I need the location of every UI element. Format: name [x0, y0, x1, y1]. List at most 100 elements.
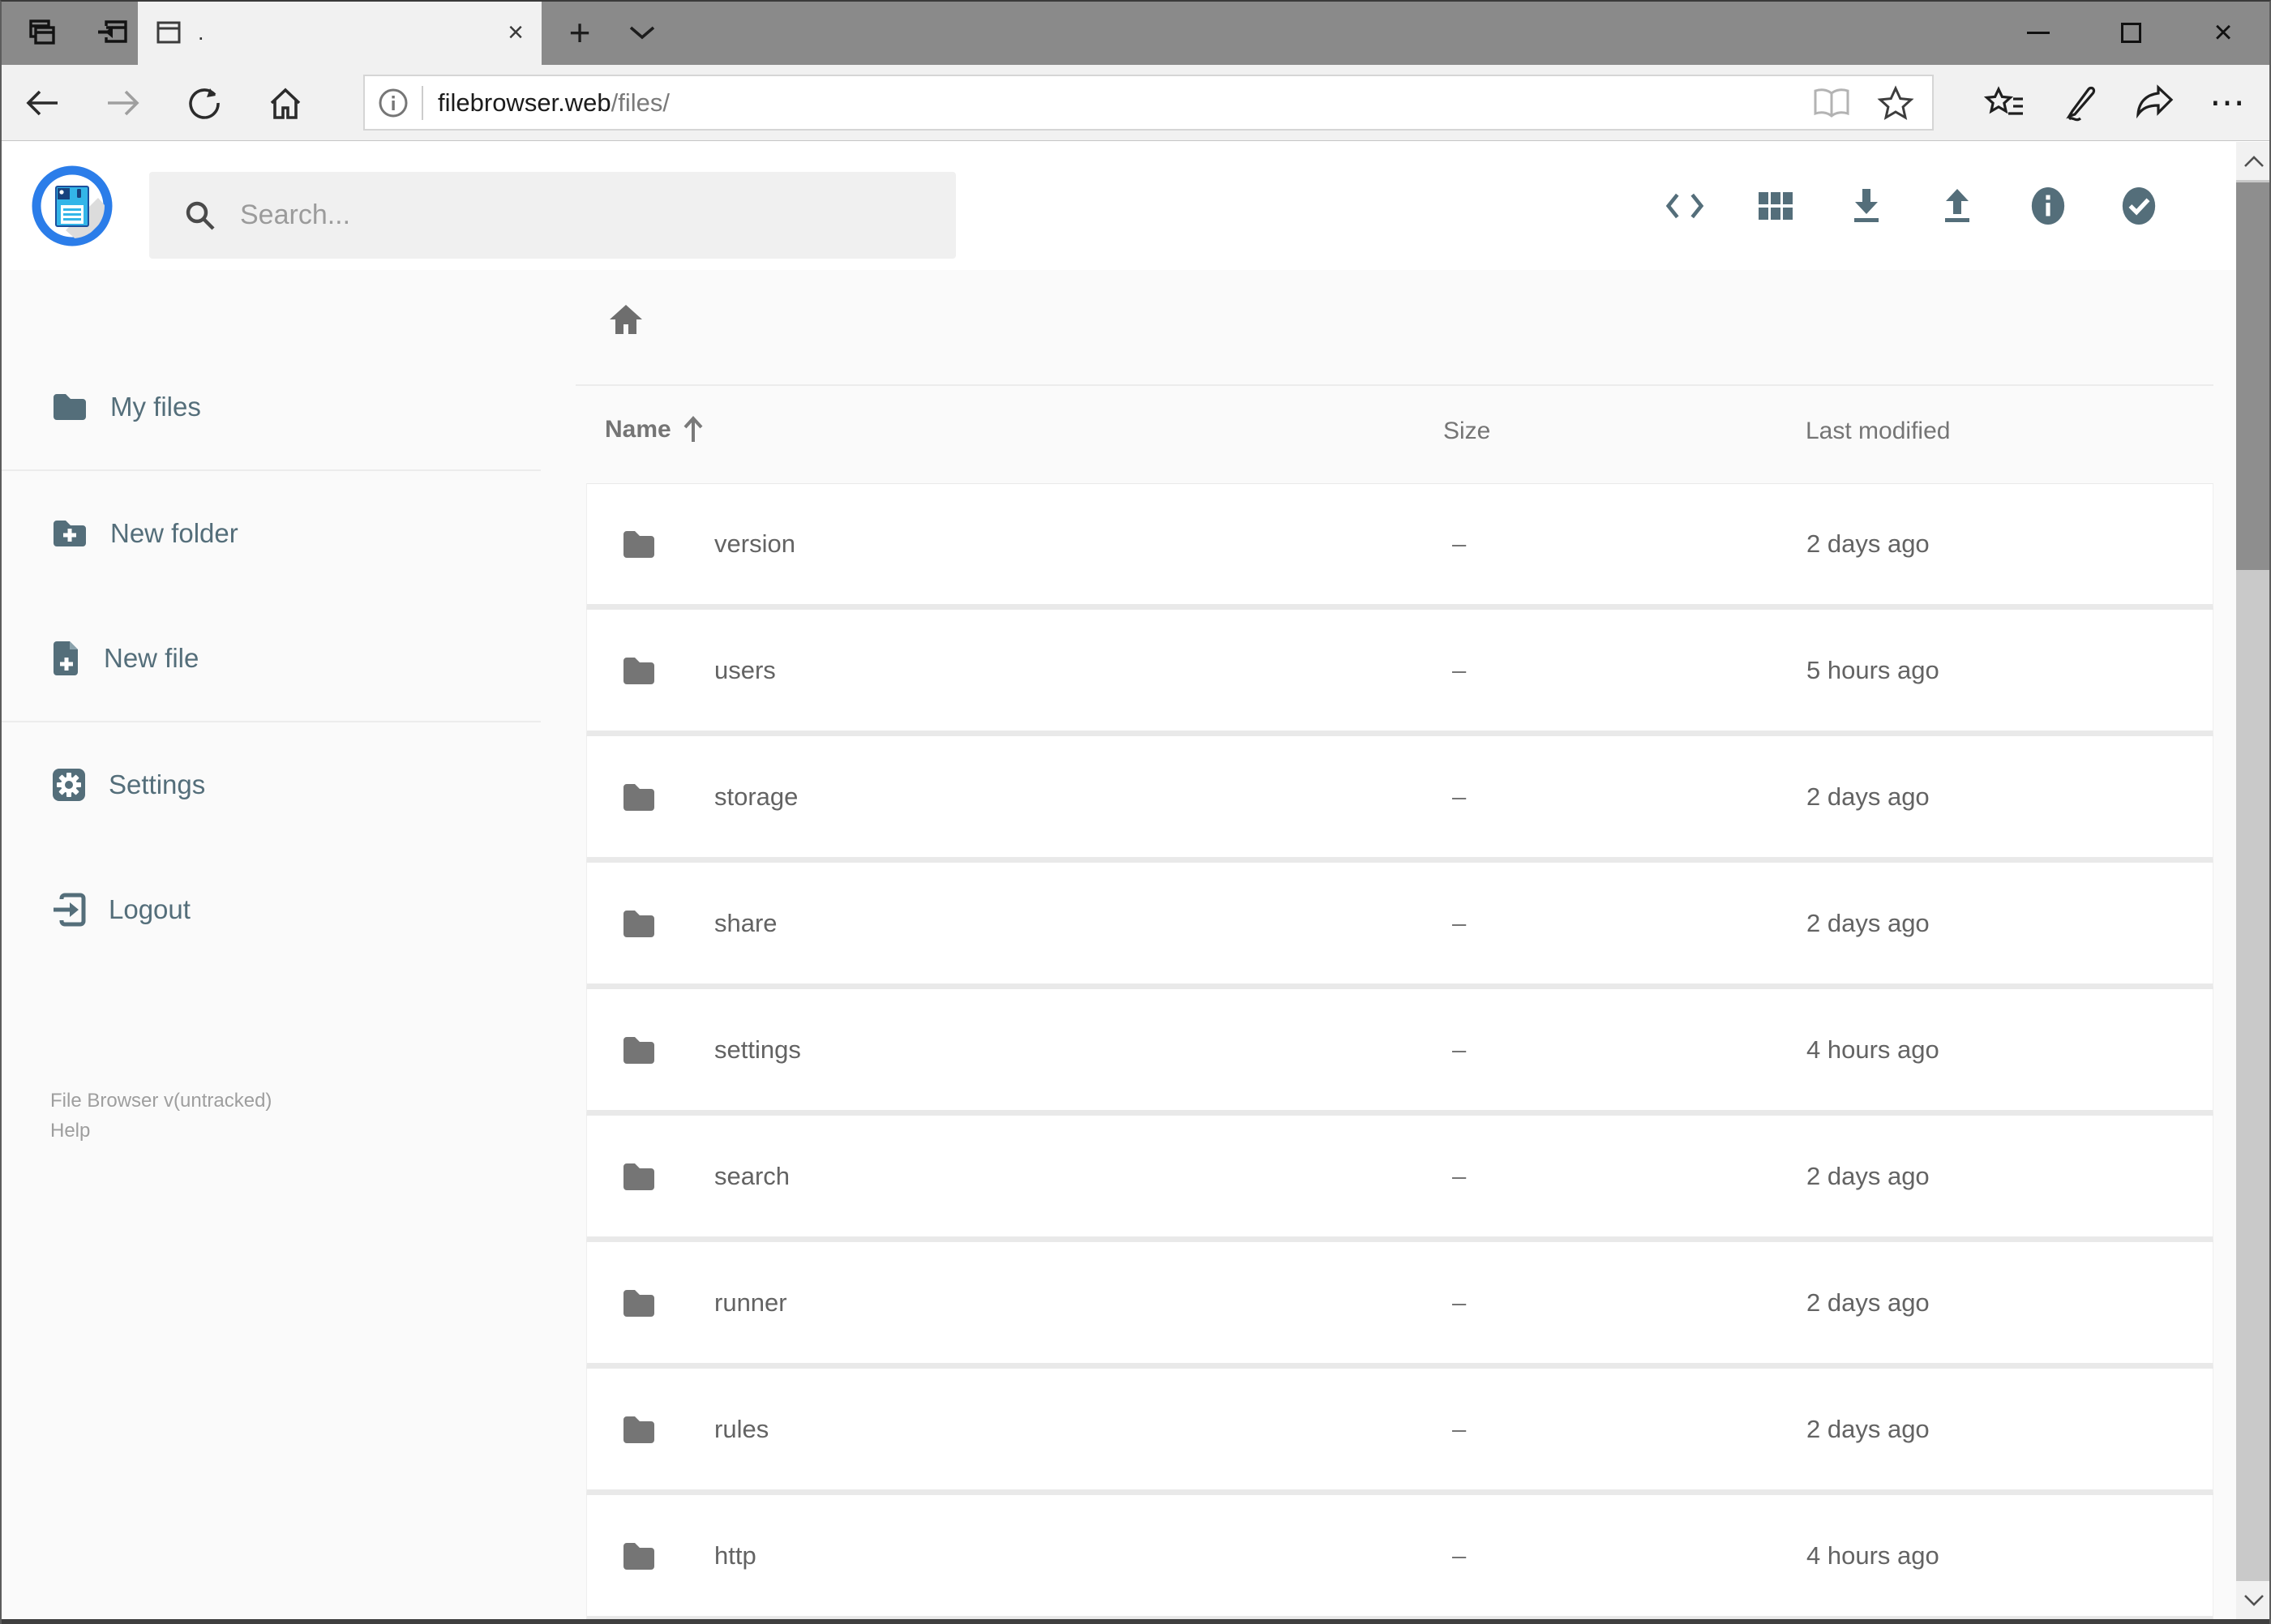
forward-button[interactable] — [97, 77, 149, 129]
breadcrumb-home-icon[interactable] — [607, 302, 645, 336]
browser-toolbar: filebrowser.web/files/ ⋯ — [0, 65, 2271, 141]
search-input[interactable] — [240, 199, 889, 231]
refresh-button[interactable] — [178, 77, 230, 129]
share-icon[interactable] — [2128, 77, 2180, 129]
hub-favorites-icon[interactable] — [1979, 77, 2031, 129]
gear-icon — [53, 769, 85, 801]
maximize-icon — [2120, 22, 2141, 43]
file-name: storage — [714, 782, 799, 811]
sidebar-item-new-file[interactable]: New file — [0, 596, 541, 721]
file-listing: Name Size Last modified version – 2 days… — [541, 270, 2236, 1619]
sidebar-item-logout[interactable]: Logout — [0, 847, 541, 972]
table-row[interactable]: version – 2 days ago — [586, 483, 2213, 610]
file-name: share — [714, 908, 778, 937]
sidebar-item-new-folder[interactable]: New folder — [0, 471, 541, 596]
file-modified: 4 hours ago — [1806, 1540, 1939, 1570]
table-row[interactable]: runner – 2 days ago — [586, 1242, 2213, 1369]
divider — [576, 384, 2213, 386]
sort-ascending-icon — [683, 416, 703, 442]
scroll-down-button[interactable] — [2236, 1581, 2271, 1619]
file-modified: 2 days ago — [1806, 529, 1930, 558]
reading-view-icon[interactable] — [1810, 87, 1853, 119]
file-list: version – 2 days ago users – 5 hours ago… — [586, 483, 2213, 1619]
chevron-up-icon — [2243, 155, 2264, 167]
vertical-scrollbar[interactable] — [2236, 142, 2271, 1619]
file-size: – — [1452, 1161, 1467, 1190]
set-tabs-aside-icon[interactable] — [94, 14, 131, 51]
tab-list-chevron-icon[interactable] — [618, 0, 666, 65]
table-row[interactable]: settings – 4 hours ago — [586, 989, 2213, 1116]
more-menu-icon[interactable]: ⋯ — [2203, 77, 2255, 129]
tab-favicon-icon — [156, 21, 181, 44]
site-info-icon[interactable] — [365, 87, 422, 119]
table-row[interactable]: share – 2 days ago — [586, 863, 2213, 989]
folder-icon — [623, 1163, 654, 1190]
table-row[interactable]: storage – 2 days ago — [586, 736, 2213, 863]
back-button[interactable] — [16, 77, 68, 129]
folder-icon — [623, 1416, 654, 1443]
close-window-button[interactable]: × — [2177, 0, 2269, 65]
table-row[interactable]: search – 2 days ago — [586, 1116, 2213, 1242]
sidebar-item-settings[interactable]: Settings — [0, 722, 541, 847]
filebrowser-logo[interactable] — [32, 165, 113, 246]
select-check-icon[interactable] — [2119, 186, 2158, 225]
folder-icon — [623, 531, 654, 558]
folder-icon — [623, 1542, 654, 1570]
file-size: – — [1452, 782, 1467, 811]
folder-icon — [623, 783, 654, 811]
window-bottom-edge — [0, 1619, 2271, 1624]
url-bar[interactable]: filebrowser.web/files/ — [363, 75, 1934, 131]
minimize-button[interactable] — [1992, 0, 2085, 65]
file-modified: 2 days ago — [1806, 908, 1930, 937]
minimize-icon — [2027, 31, 2050, 34]
tab-title: . — [198, 19, 204, 45]
sidebar-item-label: New file — [104, 643, 199, 673]
folder-icon — [623, 657, 654, 684]
favorite-star-icon[interactable] — [1877, 84, 1914, 121]
help-link[interactable]: Help — [50, 1116, 272, 1146]
folder-icon — [623, 910, 654, 937]
file-size: – — [1452, 1540, 1467, 1570]
file-size: – — [1452, 908, 1467, 937]
file-modified: 2 days ago — [1806, 782, 1930, 811]
scrollbar-thumb[interactable] — [2236, 182, 2271, 570]
sidebar-item-my-files[interactable]: My files — [0, 345, 541, 469]
download-icon[interactable] — [1847, 186, 1886, 225]
info-circle-icon[interactable] — [2029, 186, 2067, 225]
upload-icon[interactable] — [1938, 186, 1977, 225]
tab-close-icon[interactable]: × — [508, 19, 524, 46]
column-header-modified[interactable]: Last modified — [1806, 418, 1950, 445]
window-titlebar: . × + × — [0, 0, 2271, 65]
code-editor-icon[interactable] — [1665, 186, 1704, 225]
scroll-up-button[interactable] — [2236, 142, 2271, 180]
search-bar[interactable] — [149, 172, 956, 259]
sidebar-item-label: My files — [110, 392, 201, 422]
file-size: – — [1452, 529, 1467, 558]
annotate-pen-icon[interactable] — [2054, 77, 2106, 129]
browser-tab[interactable]: . × — [138, 0, 542, 65]
column-header-size[interactable]: Size — [1443, 418, 1490, 445]
tab-preview-icon[interactable] — [23, 14, 60, 51]
file-plus-icon — [54, 641, 78, 675]
url-text[interactable]: filebrowser.web/files/ — [438, 88, 670, 118]
breadcrumb — [607, 302, 645, 336]
table-row[interactable]: users – 5 hours ago — [586, 610, 2213, 736]
file-name: http — [714, 1540, 756, 1570]
url-divider — [422, 85, 423, 120]
maximize-button[interactable] — [2085, 0, 2177, 65]
file-size: – — [1452, 1288, 1467, 1317]
grid-view-icon[interactable] — [1756, 186, 1795, 225]
list-header: Name Size Last modified — [541, 408, 2236, 456]
file-modified: 2 days ago — [1806, 1414, 1930, 1443]
file-name: rules — [714, 1414, 769, 1443]
close-icon: × — [2213, 15, 2233, 50]
search-icon — [186, 201, 215, 230]
table-row[interactable]: rules – 2 days ago — [586, 1369, 2213, 1495]
file-modified: 2 days ago — [1806, 1288, 1930, 1317]
table-row[interactable]: http – 4 hours ago — [586, 1495, 2213, 1619]
file-size: – — [1452, 655, 1467, 684]
home-button[interactable] — [259, 77, 311, 129]
new-tab-button[interactable]: + — [555, 0, 604, 65]
column-header-name[interactable]: Name — [605, 416, 704, 443]
folder-icon — [623, 1289, 654, 1317]
